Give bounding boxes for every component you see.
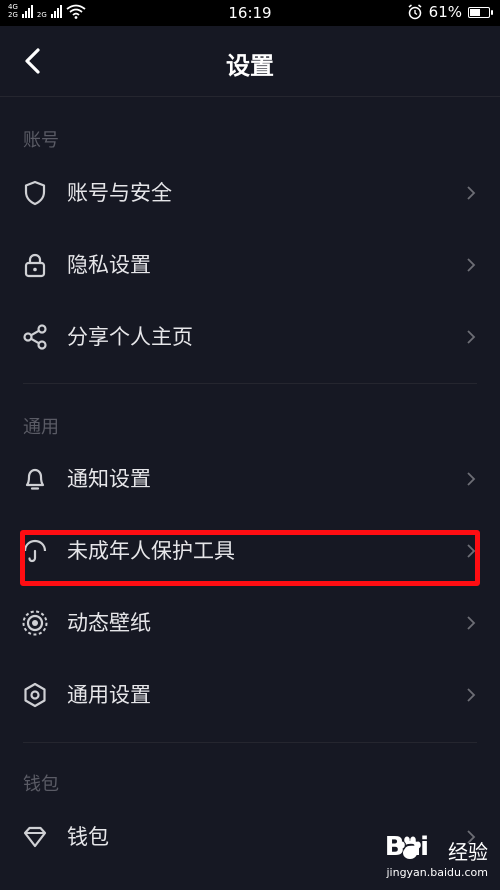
status-bar: 4G 2G 2G 16:19 61% — [0, 0, 500, 26]
share-icon — [23, 324, 47, 350]
bell-icon — [25, 468, 45, 490]
menu-item-general-settings[interactable]: 通用设置 — [0, 659, 500, 729]
chevron-right-icon — [467, 616, 476, 630]
alarm-icon — [408, 4, 422, 20]
section-title-general: 通用 — [23, 417, 59, 438]
menu-item-label: 动态壁纸 — [67, 611, 151, 635]
shield-icon — [24, 180, 46, 206]
menu-item-live-wallpaper[interactable]: 动态壁纸 — [0, 587, 500, 657]
chevron-right-icon — [467, 258, 476, 272]
status-right: 61% — [407, 3, 493, 21]
watermark-url: jingyan.baidu.com — [386, 866, 488, 879]
menu-item-label: 账号与安全 — [67, 181, 172, 205]
watermark-product: 经验 — [448, 840, 488, 864]
chevron-right-icon — [467, 472, 476, 486]
menu-item-label: 钱包 — [67, 825, 109, 849]
menu-item-share-profile[interactable]: 分享个人主页 — [0, 301, 500, 371]
page-title: 设置 — [226, 52, 274, 80]
section-divider — [23, 383, 477, 384]
highlight-annotation-box — [20, 530, 480, 586]
chevron-right-icon — [467, 688, 476, 702]
paw-icon — [399, 836, 421, 859]
nav-bar: 设置 — [0, 26, 500, 97]
lock-icon — [24, 253, 46, 278]
battery-percent: 61% — [428, 3, 462, 21]
menu-item-account-security[interactable]: 账号与安全 — [0, 157, 500, 227]
battery-icon — [468, 6, 493, 18]
menu-item-label: 分享个人主页 — [67, 325, 193, 349]
menu-item-label: 隐私设置 — [67, 253, 151, 277]
menu-item-label: 通用设置 — [67, 683, 151, 707]
section-divider — [23, 742, 477, 743]
section-title-account: 账号 — [23, 130, 59, 151]
baidu-jingyan-watermark: Bai 经验 jingyan.baidu.com — [318, 832, 488, 882]
chevron-right-icon — [467, 186, 476, 200]
live-wallpaper-icon — [22, 610, 48, 636]
menu-item-notifications[interactable]: 通知设置 — [0, 443, 500, 513]
chevron-right-icon — [467, 330, 476, 344]
hexagon-settings-icon — [24, 682, 46, 708]
menu-item-label: 通知设置 — [67, 467, 151, 491]
section-title-wallet: 钱包 — [23, 774, 59, 795]
diamond-icon — [23, 826, 47, 848]
menu-item-privacy[interactable]: 隐私设置 — [0, 229, 500, 299]
battery-fill — [470, 8, 480, 16]
